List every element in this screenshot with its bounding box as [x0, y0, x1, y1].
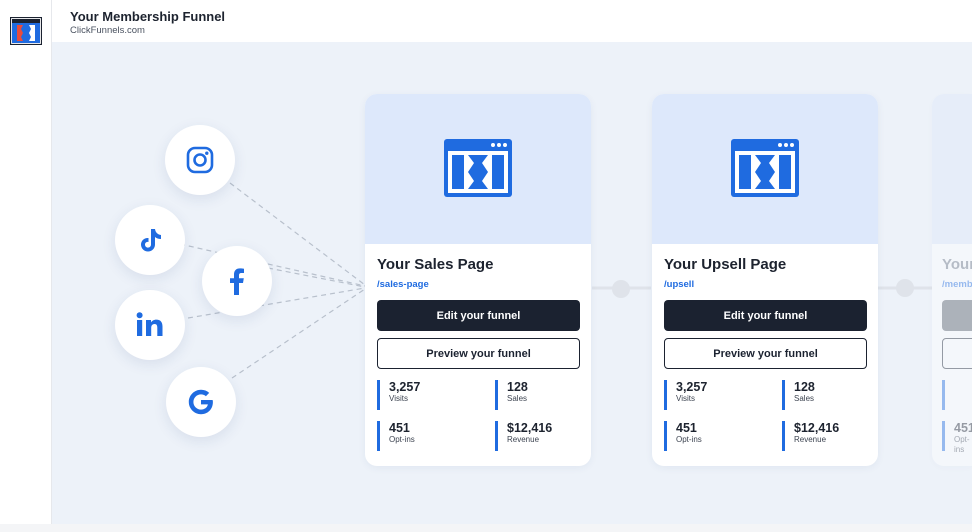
stat-revenue: $12,416 Revenue: [495, 421, 591, 451]
funnel-step-card: Your Upsell Page /upsell Edit your funne…: [652, 94, 878, 466]
stat-optins: 451 Opt-ins: [942, 421, 972, 454]
tiktok-icon: [141, 229, 161, 252]
funnel-step-card: Your /memb 451 Opt-ins: [932, 94, 972, 466]
stat-sales: 128 Sales: [495, 380, 591, 410]
funnel-step-card: Your Sales Page /sales-page Edit your fu…: [365, 94, 591, 466]
clickfunnels-logo-icon: [731, 139, 799, 197]
edit-funnel-button[interactable]: [942, 300, 972, 331]
source-linkedin[interactable]: [115, 290, 185, 360]
stat-visits: 3,257 Visits: [664, 380, 764, 410]
edit-funnel-button[interactable]: Edit your funnel: [664, 300, 867, 331]
stat-visits: 3,257 Visits: [377, 380, 477, 410]
card-path-link[interactable]: /memb: [942, 279, 972, 290]
preview-funnel-button[interactable]: [942, 338, 972, 369]
card-title: Your Sales Page: [377, 256, 494, 273]
card-path-link[interactable]: /upsell: [664, 279, 694, 290]
stat-revenue: $12,416 Revenue: [782, 421, 878, 451]
card-preview: [365, 94, 591, 244]
card-title: Your Upsell Page: [664, 256, 787, 273]
clickfunnels-logo-icon: [444, 139, 512, 197]
preview-funnel-button[interactable]: Preview your funnel: [377, 338, 580, 369]
source-google[interactable]: [166, 367, 236, 437]
stat-sales: 128 Sales: [782, 380, 878, 410]
preview-funnel-button[interactable]: Preview your funnel: [664, 338, 867, 369]
connector-node: [612, 280, 630, 298]
source-instagram[interactable]: [165, 125, 235, 195]
app-window: Your Membership Funnel ClickFunnels.com: [0, 0, 972, 532]
google-icon: [188, 389, 213, 415]
connector-node: [896, 279, 914, 297]
stat-optins: 451 Opt-ins: [377, 421, 477, 451]
card-path-link[interactable]: /sales-page: [377, 279, 429, 290]
instagram-icon: [186, 146, 214, 174]
card-title: Your: [942, 256, 972, 273]
card-preview: [932, 94, 972, 244]
edit-funnel-button[interactable]: Edit your funnel: [377, 300, 580, 331]
stat-optins: 451 Opt-ins: [664, 421, 764, 451]
stat-visits-partial: [942, 380, 972, 410]
card-preview: [652, 94, 878, 244]
linkedin-icon: [136, 312, 163, 336]
facebook-icon: [230, 268, 244, 295]
source-facebook[interactable]: [202, 246, 272, 316]
source-tiktok[interactable]: [115, 205, 185, 275]
